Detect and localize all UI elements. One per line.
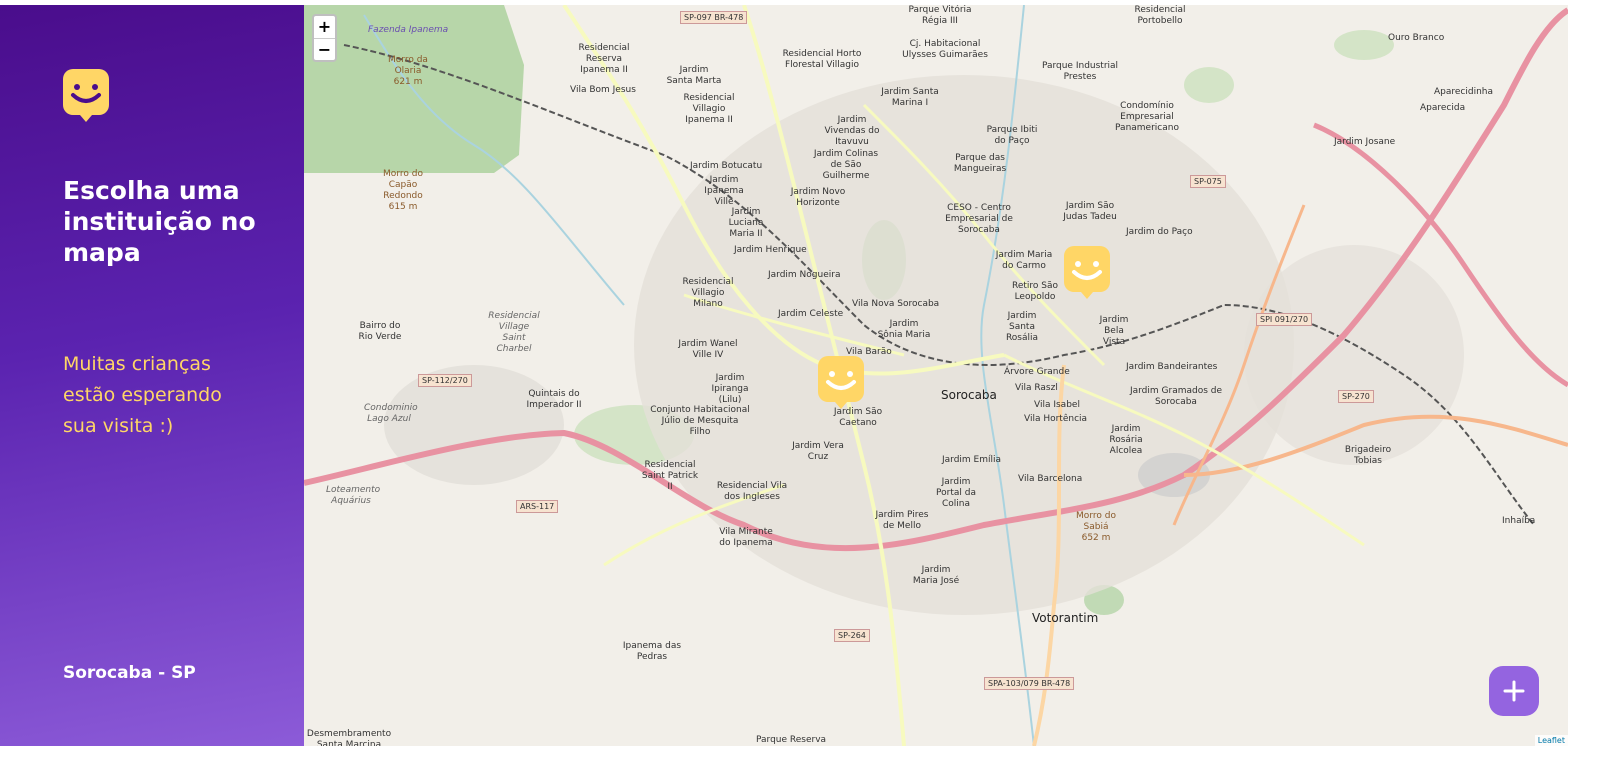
- map-label: Jardim Maria José: [912, 565, 960, 586]
- map-label: Vila Bom Jesus: [570, 85, 636, 95]
- map-label: Jardim São Caetano: [833, 407, 883, 428]
- map-label: Quintais do Imperador II: [526, 389, 582, 410]
- map-label: Residencial Portobello: [1134, 5, 1186, 26]
- map-label: Jardim São Judas Tadeu: [1063, 201, 1117, 222]
- leaflet-attribution-link[interactable]: Leaflet: [1534, 735, 1568, 746]
- map-label: Conjunto Habitacional Júlio de Mesquita …: [650, 405, 750, 437]
- zoom-in-button[interactable]: +: [314, 16, 335, 38]
- map-label: Parque Ibiti do Paço: [986, 125, 1038, 146]
- map-label: Jardim Rosária Alcolea: [1109, 424, 1143, 456]
- map-label: Parque Industrial Prestes: [1041, 61, 1119, 82]
- map-label: Jardim Wanel Ville IV: [678, 339, 738, 360]
- map-label: Jardim Vivendas do Itavuvu: [824, 115, 880, 147]
- map-label: Vila Raszl: [1015, 383, 1058, 393]
- map-label: Jardim Ipanema Ville: [704, 175, 744, 207]
- map-label: Jardim Nogueira: [768, 270, 841, 280]
- map-label: Votorantim: [1032, 611, 1099, 625]
- map-label: Jardim do Paço: [1126, 227, 1193, 237]
- map-label: Morro do Capão Redondo 615 m: [383, 169, 423, 212]
- map-label: Sorocaba: [941, 388, 997, 402]
- road-shield: SP-270: [1338, 390, 1374, 403]
- map-label: Jardim Ipiranga (Lilu): [711, 373, 749, 405]
- smile-face-icon: [63, 69, 109, 122]
- map-label: Parque Vitória Régia III: [908, 5, 972, 26]
- map-label: Inhaíba: [1502, 516, 1536, 526]
- sidebar-title: Escolha uma instituição no mapa: [63, 176, 256, 267]
- map-label: CESO - Centro Empresarial de Sorocaba: [945, 203, 1013, 235]
- map-label: Ouro Branco: [1388, 33, 1445, 43]
- road-shield: SP-097 BR-478: [680, 11, 748, 24]
- map-label: Jardim Santa Marina I: [881, 87, 939, 108]
- map-label: Jardim Emília: [942, 455, 1002, 465]
- map-label: Jardim Botucatu: [690, 161, 763, 171]
- right-strip: [1568, 5, 1600, 746]
- plus-icon: [1503, 680, 1525, 702]
- orphanage-marker[interactable]: [818, 356, 864, 409]
- map-label: Residencial Villagio Milano: [682, 277, 734, 309]
- map-label: Jardim Sônia Maria: [877, 319, 931, 340]
- map-label: Jardim Josane: [1334, 137, 1396, 147]
- sidebar: Escolha uma instituição no mapa Muitas c…: [0, 5, 304, 746]
- map-label: Residencial Villagio Ipanema II: [683, 93, 735, 125]
- map-label: Vila Barcelona: [1018, 474, 1083, 484]
- map-label: Condomínio Empresarial Panamericano: [1115, 101, 1179, 133]
- map-tiles: [304, 5, 1568, 746]
- map-label: Loteamento Aquárius: [326, 485, 381, 506]
- bottom-strip: [0, 746, 1600, 761]
- map-label: Condominio Lago Azul: [364, 403, 418, 424]
- map-label: Desmembramento Santa Marcina: [306, 729, 392, 746]
- map-label: Aparecidinha: [1434, 87, 1494, 97]
- map-label: Vila Mirante do Ipanema: [719, 527, 773, 548]
- map-label: Morro do Sabiá 652 m: [1076, 511, 1116, 543]
- map-label: Jardim Bandeirantes: [1126, 362, 1218, 372]
- map-label: Fazenda Ipanema: [368, 25, 449, 35]
- add-orphanage-button[interactable]: [1489, 666, 1539, 716]
- map-label: Parque das Mangueiras: [953, 153, 1007, 174]
- map-label: Jardim Portal da Colina: [936, 477, 976, 509]
- map-label: Jardim Maria do Carmo: [995, 250, 1053, 271]
- map-label: Residencial Reserva Ipanema II: [578, 43, 630, 75]
- road-shield: SPA-103/079 BR-478: [984, 677, 1075, 690]
- map-label: Jardim Henrique: [734, 245, 807, 255]
- road-shield: ARS-117: [516, 500, 559, 513]
- road-shield: SP-112/270: [418, 374, 472, 387]
- map-label: Jardim Santa Rosália: [1005, 311, 1039, 343]
- map-label: Jardim Celeste: [778, 309, 844, 319]
- zoom-control: + −: [312, 14, 337, 62]
- road-shield: SP-075: [1190, 175, 1226, 188]
- map-label: Jardim Bela Vista: [1099, 315, 1129, 347]
- map-label: Vila Isabel: [1034, 400, 1080, 410]
- map-label: Jardim Santa Marta: [666, 65, 722, 86]
- map-label: Jardim Colinas de São Guilherme: [813, 149, 879, 181]
- map-label: Árvore Grande: [1004, 367, 1070, 377]
- map-label: Aparecida: [1420, 103, 1466, 113]
- map-label: Residencial Saint Patrick II: [641, 460, 699, 492]
- road-shield: SP-264: [834, 629, 870, 642]
- orphanage-marker[interactable]: [1064, 246, 1110, 299]
- map-label: Jardim Vera Cruz: [792, 441, 844, 462]
- map-label: Ipanema das Pedras: [622, 641, 682, 662]
- map-label: Parque Reserva: [756, 735, 827, 745]
- road-shield: SPI 091/270: [1256, 313, 1313, 326]
- map-label: Jardim Gramados de Sorocaba: [1129, 386, 1223, 407]
- map-label: Residencial Vila dos Ingleses: [716, 481, 788, 502]
- map-label: Vila Nova Sorocaba: [852, 299, 940, 309]
- map-label: Retiro São Leopoldo: [1011, 281, 1059, 302]
- city-label: Sorocaba - SP: [63, 663, 196, 683]
- map-label: Morro da Olaria 621 m: [388, 55, 428, 87]
- map-label: Bairro do Rio Verde: [358, 321, 402, 342]
- map-label: Brigadeiro Tobias: [1344, 445, 1392, 466]
- map-label: Residencial Village Saint Charbel: [488, 311, 540, 354]
- map-label: Jardim Luciana Maria II: [728, 207, 764, 239]
- map-label: Cj. Habitacional Ulysses Guimarães: [902, 39, 988, 60]
- map-label: Residencial Horto Florestal Villagio: [782, 49, 862, 70]
- zoom-out-button[interactable]: −: [314, 38, 335, 60]
- map-label: Vila Hortência: [1024, 414, 1088, 424]
- map-label: Jardim Novo Horizonte: [790, 187, 846, 208]
- map-label: Jardim Pires de Mello: [875, 510, 929, 531]
- sidebar-subtitle: Muitas crianças estão esperando sua visi…: [63, 353, 222, 437]
- map-view[interactable]: Sorocaba Votorantim Jardim São Caetano J…: [304, 5, 1568, 746]
- app-page: Escolha uma instituição no mapa Muitas c…: [0, 0, 1600, 761]
